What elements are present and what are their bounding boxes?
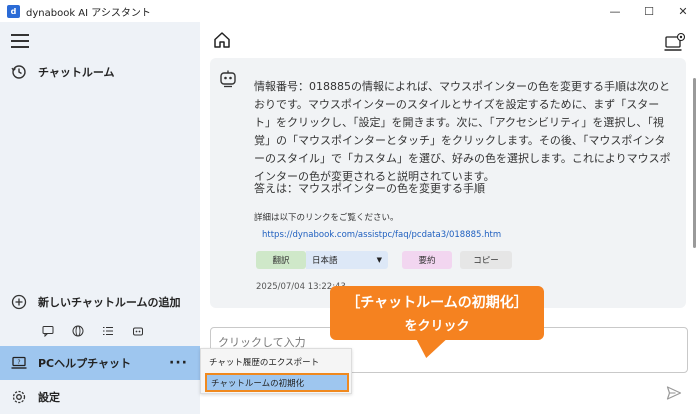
pc-settings-icon[interactable] (664, 32, 686, 52)
sidebar: チャットルーム 新しいチャットルームの追加 ? PCヘルプチャット ··· 設定 (0, 22, 200, 414)
laptop-help-icon: ? (10, 354, 28, 372)
gear-icon (10, 388, 28, 406)
callout-line-1: ［チャットルームの初期化］ (346, 295, 528, 311)
hamburger-menu-icon[interactable] (11, 34, 29, 48)
app-logo: d (7, 4, 20, 18)
copy-button[interactable]: コピー (460, 251, 512, 269)
window-title: dynabook AI アシスタント (26, 7, 151, 19)
globe-icon[interactable] (72, 325, 84, 337)
maximize-button[interactable]: ☐ (632, 0, 666, 22)
summary-button[interactable]: 要約 (402, 251, 452, 269)
sidebar-item-label: チャットルーム (38, 66, 115, 79)
title-bar: d dynabook AI アシスタント — ☐ ✕ (0, 0, 700, 22)
message-body: 情報番号：018885の情報によれば、マウスポインターの色を変更する手順は次のと… (254, 80, 671, 183)
list-icon[interactable] (102, 325, 114, 337)
message-detail-intro: 詳細は以下のリンクをご覧ください。 (254, 213, 399, 223)
add-circle-icon (10, 293, 28, 311)
message-answer: 答えは：マウスポインターの色を変更する手順 (254, 182, 485, 195)
sidebar-item-label: 新しいチャットルームの追加 (38, 296, 181, 309)
svg-text:?: ? (17, 359, 20, 366)
menu-item-export-history[interactable]: チャット履歴のエクスポート (201, 352, 353, 372)
sidebar-item-label: 設定 (38, 391, 60, 404)
language-select-value: 日本語 (312, 256, 338, 266)
home-icon[interactable] (212, 30, 232, 50)
close-button[interactable]: ✕ (666, 0, 700, 22)
more-options-button[interactable]: ··· (169, 355, 188, 371)
sidebar-item-new-chatroom[interactable]: 新しいチャットルームの追加 (0, 285, 200, 319)
window-controls: — ☐ ✕ (598, 0, 700, 22)
sidebar-item-pc-help-chat[interactable]: ? PCヘルプチャット ··· (0, 346, 200, 380)
instruction-callout: ［チャットルームの初期化］ をクリック (330, 286, 544, 340)
translate-button[interactable]: 翻訳 (256, 251, 306, 269)
bot-avatar-icon (218, 68, 238, 88)
sidebar-item-label: PCヘルプチャット (38, 357, 132, 370)
chat-icon[interactable] (42, 325, 54, 337)
history-icon (10, 63, 28, 81)
language-select[interactable]: 日本語 ▼ (306, 251, 388, 269)
sidebar-item-chatroom[interactable]: チャットルーム (0, 55, 200, 89)
quick-icons (42, 325, 144, 337)
minimize-button[interactable]: — (598, 0, 632, 22)
sidebar-item-settings[interactable]: 設定 (0, 380, 200, 414)
context-menu: チャット履歴のエクスポート チャットルームの初期化 (200, 348, 352, 394)
menu-item-reset-chatroom[interactable]: チャットルームの初期化 (205, 373, 349, 392)
callout-line-2: をクリック (404, 319, 470, 334)
chevron-down-icon: ▼ (376, 256, 382, 264)
robot-icon[interactable] (132, 325, 144, 337)
faq-link[interactable]: https://dynabook.com/assistpc/faq/pcdata… (262, 230, 501, 240)
message-actions: 翻訳 日本語 ▼ 要約 コピー (256, 251, 512, 269)
scrollbar[interactable] (693, 78, 696, 248)
send-icon[interactable] (666, 385, 682, 401)
